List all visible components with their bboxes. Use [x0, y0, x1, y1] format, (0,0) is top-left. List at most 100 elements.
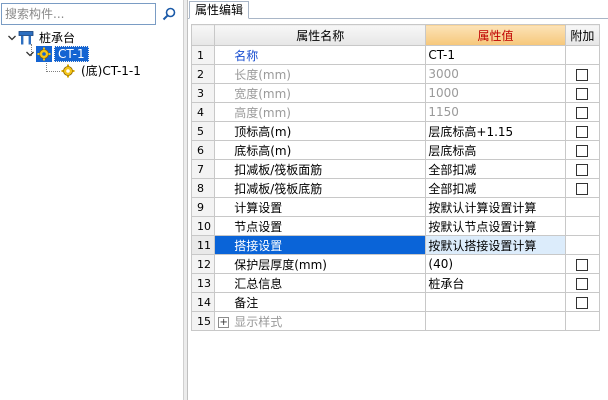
extra-cell — [564, 273, 601, 293]
property-name-cell[interactable]: 搭接设置 — [214, 235, 427, 255]
tree-node-root[interactable]: 桩承台 — [6, 30, 78, 46]
property-name-cell[interactable]: 备注 — [214, 292, 427, 312]
property-name: 显示样式 — [234, 314, 283, 329]
property-name-cell[interactable]: 扣减板/筏板底筋 — [214, 178, 427, 198]
property-value-cell[interactable]: 按默认计算设置计算 — [425, 197, 566, 217]
property-value-cell[interactable]: 按默认节点设置计算 — [425, 216, 566, 236]
property-value-cell[interactable]: 3000 — [425, 64, 566, 84]
extra-cell — [564, 216, 601, 236]
property-name-cell[interactable]: 名称 — [214, 45, 427, 65]
collapse-toggle[interactable] — [6, 32, 18, 44]
table-row[interactable]: 13 汇总信息 桩承台 — [191, 273, 601, 293]
extra-cell — [564, 159, 601, 179]
search-button[interactable] — [158, 3, 180, 25]
property-value-cell[interactable]: 层底标高+1.15 — [425, 121, 566, 141]
tab-strip: 属性编辑 — [188, 0, 608, 19]
property-name-cell[interactable]: 顶标高(m) — [214, 121, 427, 141]
row-number: 12 — [191, 254, 216, 274]
property-name: 扣减板/筏板底筋 — [234, 181, 323, 196]
extra-cell — [564, 64, 601, 84]
property-value-cell[interactable]: 全部扣减 — [425, 178, 566, 198]
tree-node-ct1-1[interactable]: (底)CT-1-1 — [60, 63, 144, 79]
table-row[interactable]: 5 顶标高(m) 层底标高+1.15 — [191, 121, 601, 141]
table-header-row: 属性名称 属性值 附加 — [191, 24, 601, 46]
table-row[interactable]: 10 节点设置 按默认节点设置计算 — [191, 216, 601, 236]
property-panel: 属性编辑 属性名称 属性值 附加 1 名称 CT-1 2 长度(mm) 3000 3 宽度(m… — [188, 0, 608, 400]
table-row[interactable]: 6 底标高(m) 层底标高 — [191, 140, 601, 160]
extra-cell — [564, 102, 601, 122]
expand-icon[interactable]: + — [218, 316, 230, 328]
collapse-toggle[interactable] — [24, 48, 36, 60]
property-value-cell[interactable] — [425, 311, 566, 331]
property-name-cell[interactable]: 底标高(m) — [214, 140, 427, 160]
property-value-cell[interactable]: (40) — [425, 254, 566, 274]
row-number: 15 — [191, 311, 216, 331]
row-number: 11 — [191, 235, 216, 255]
extra-checkbox[interactable] — [576, 277, 589, 290]
property-name-cell[interactable]: 计算设置 — [214, 197, 427, 217]
table-row[interactable]: 4 高度(mm) 1150 — [191, 102, 601, 122]
property-name-cell[interactable]: 长度(mm) — [214, 64, 427, 84]
row-number: 7 — [191, 159, 216, 179]
gear-icon — [60, 63, 76, 79]
property-name: 名称 — [234, 48, 259, 63]
property-name-cell[interactable]: 汇总信息 — [214, 273, 427, 293]
property-value-cell[interactable]: 桩承台 — [425, 273, 566, 293]
table-row[interactable]: 15 + 显示样式 — [191, 311, 601, 331]
property-value-cell[interactable]: 全部扣减 — [425, 159, 566, 179]
chevron-down-icon — [26, 51, 34, 57]
property-name: 长度(mm) — [234, 67, 291, 82]
property-value-cell[interactable]: 层底标高 — [425, 140, 566, 160]
extra-checkbox[interactable] — [576, 106, 589, 119]
row-number: 1 — [191, 45, 216, 65]
property-name-cell[interactable]: + 显示样式 — [214, 311, 427, 331]
header-rownum — [191, 24, 216, 46]
header-extra[interactable]: 附加 — [564, 24, 601, 46]
table-row[interactable]: 2 长度(mm) 3000 — [191, 64, 601, 84]
row-number: 5 — [191, 121, 216, 141]
extra-cell — [564, 292, 601, 312]
extra-checkbox[interactable] — [576, 68, 589, 81]
property-value-cell[interactable]: 1000 — [425, 83, 566, 103]
table-row[interactable]: 7 扣减板/筏板面筋 全部扣减 — [191, 159, 601, 179]
extra-checkbox[interactable] — [576, 125, 589, 138]
tab-property-edit[interactable]: 属性编辑 — [189, 1, 250, 19]
property-name-cell[interactable]: 节点设置 — [214, 216, 427, 236]
tree-node-ct1[interactable]: CT-1 — [24, 46, 89, 62]
property-name-cell[interactable]: 宽度(mm) — [214, 83, 427, 103]
property-name: 扣减板/筏板面筋 — [234, 162, 323, 177]
row-number: 14 — [191, 292, 216, 312]
table-row[interactable]: 3 宽度(mm) 1000 — [191, 83, 601, 103]
property-name: 底标高(m) — [234, 143, 292, 158]
table-row[interactable]: 14 备注 — [191, 292, 601, 312]
extra-checkbox[interactable] — [576, 182, 589, 195]
property-grid: 属性名称 属性值 附加 1 名称 CT-1 2 长度(mm) 3000 3 宽度(mm) 100… — [191, 24, 608, 400]
component-tree-panel: 桩承台 CT-1 — [0, 0, 183, 400]
row-number: 10 — [191, 216, 216, 236]
property-name-cell[interactable]: 高度(mm) — [214, 102, 427, 122]
property-name-cell[interactable]: 扣减板/筏板面筋 — [214, 159, 427, 179]
header-name[interactable]: 属性名称 — [214, 24, 427, 46]
extra-checkbox[interactable] — [576, 258, 589, 271]
table-row[interactable]: 1 名称 CT-1 — [191, 45, 601, 65]
property-name-cell[interactable]: 保护层厚度(mm) — [214, 254, 427, 274]
property-value-cell[interactable]: 按默认搭接设置计算 — [425, 235, 566, 255]
tree-node-label: 桩承台 — [39, 31, 76, 45]
row-number: 3 — [191, 83, 216, 103]
extra-checkbox[interactable] — [576, 87, 589, 100]
extra-cell — [564, 140, 601, 160]
property-value-cell[interactable]: 1150 — [425, 102, 566, 122]
row-number: 9 — [191, 197, 216, 217]
property-value-cell[interactable]: CT-1 — [425, 45, 566, 65]
property-value-cell[interactable] — [425, 292, 566, 312]
table-row[interactable]: 9 计算设置 按默认计算设置计算 — [191, 197, 601, 217]
table-row[interactable]: 12 保护层厚度(mm) (40) — [191, 254, 601, 274]
extra-checkbox[interactable] — [576, 296, 589, 309]
extra-checkbox[interactable] — [576, 163, 589, 176]
search-input[interactable] — [2, 4, 155, 24]
table-row[interactable]: 11 搭接设置 按默认搭接设置计算 — [191, 235, 601, 255]
table-row[interactable]: 8 扣减板/筏板底筋 全部扣减 — [191, 178, 601, 198]
header-value[interactable]: 属性值 — [425, 24, 566, 46]
property-name: 计算设置 — [234, 200, 283, 215]
extra-checkbox[interactable] — [576, 144, 589, 157]
